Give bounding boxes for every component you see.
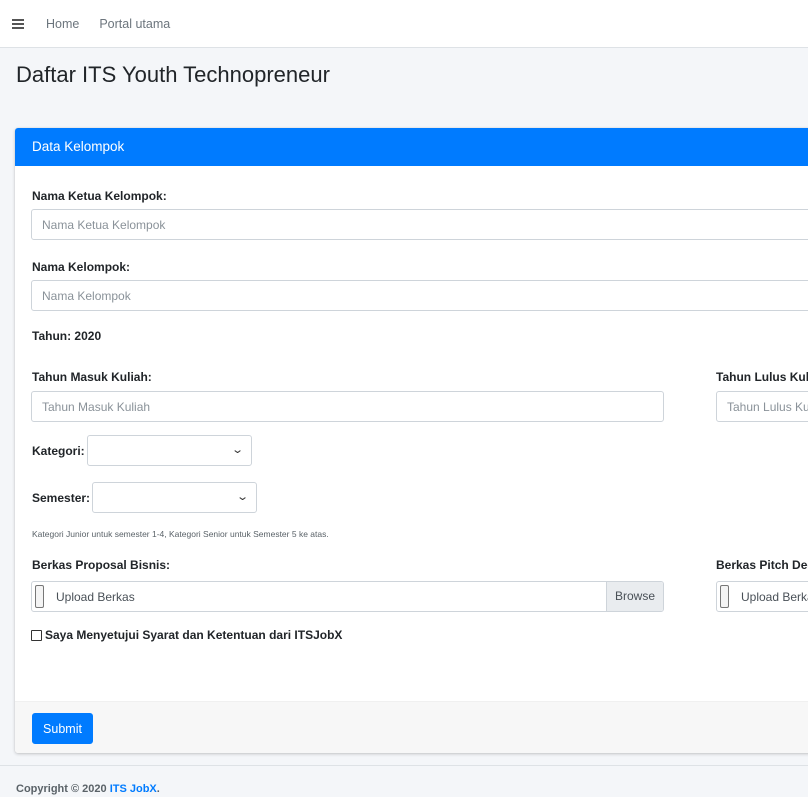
hamburger-icon[interactable]: [12, 18, 24, 29]
kategori-label: Kategori:: [32, 444, 85, 458]
chevron-down-icon: ⌄: [235, 491, 249, 503]
pitch-file-text: Upload Berkas: [741, 590, 808, 604]
ketua-input[interactable]: [31, 209, 808, 240]
copyright-text: Copyright © 2020 ITS JobX.: [16, 783, 160, 795]
masuk-label: Tahun Masuk Kuliah:: [32, 370, 152, 384]
proposal-file-input[interactable]: Upload Berkas Browse: [31, 581, 664, 612]
semester-label: Semester:: [32, 491, 91, 505]
file-handle-icon: [35, 585, 44, 608]
proposal-label: Berkas Proposal Bisnis:: [32, 558, 171, 572]
chevron-down-icon: ⌄: [230, 444, 244, 456]
page-title: Daftar ITS Youth Technopreneur: [16, 62, 330, 87]
lulus-label: Tahun Lulus Kuliah:: [716, 370, 808, 384]
brand-link[interactable]: ITS JobX: [110, 783, 157, 795]
semester-select[interactable]: ⌄: [92, 482, 257, 513]
nav-link-portal-utama[interactable]: Portal utama: [99, 17, 170, 31]
card-footer: Submit: [15, 701, 808, 753]
tahun-text: Tahun: 2020: [32, 329, 102, 343]
agree-label[interactable]: Saya Menyetujui Syarat dan Ketentuan dar…: [45, 628, 342, 642]
agree-row: Saya Menyetujui Syarat dan Ketentuan dar…: [31, 628, 342, 642]
masuk-input[interactable]: [31, 391, 664, 422]
lulus-input[interactable]: [716, 391, 808, 422]
submit-button[interactable]: Submit: [32, 713, 93, 744]
proposal-file-text: Upload Berkas: [56, 590, 135, 604]
card-header: Data Kelompok: [15, 128, 808, 166]
kategori-hint: Kategori Junior untuk semester 1-4, Kate…: [32, 529, 329, 539]
file-handle-icon: [720, 585, 729, 608]
agree-checkbox[interactable]: [31, 629, 42, 641]
page-footer: Copyright © 2020 ITS JobX.: [0, 765, 808, 797]
copyright-dot: .: [156, 783, 160, 795]
pitch-file-input[interactable]: Upload Berkas: [716, 581, 808, 612]
ketua-label: Nama Ketua Kelompok:: [32, 189, 167, 203]
nav-link-home[interactable]: Home: [46, 17, 79, 31]
pitch-label: Berkas Pitch Deck:: [716, 558, 808, 572]
kelompok-label: Nama Kelompok:: [32, 260, 131, 274]
browse-button[interactable]: Browse: [606, 582, 663, 611]
kelompok-input[interactable]: [31, 280, 808, 311]
form-card: Data Kelompok Nama Ketua Kelompok: Nama …: [15, 128, 808, 753]
top-navbar: Home Portal utama: [0, 0, 808, 48]
kategori-select[interactable]: ⌄: [87, 435, 252, 466]
copyright-prefix: Copyright © 2020: [16, 783, 110, 795]
